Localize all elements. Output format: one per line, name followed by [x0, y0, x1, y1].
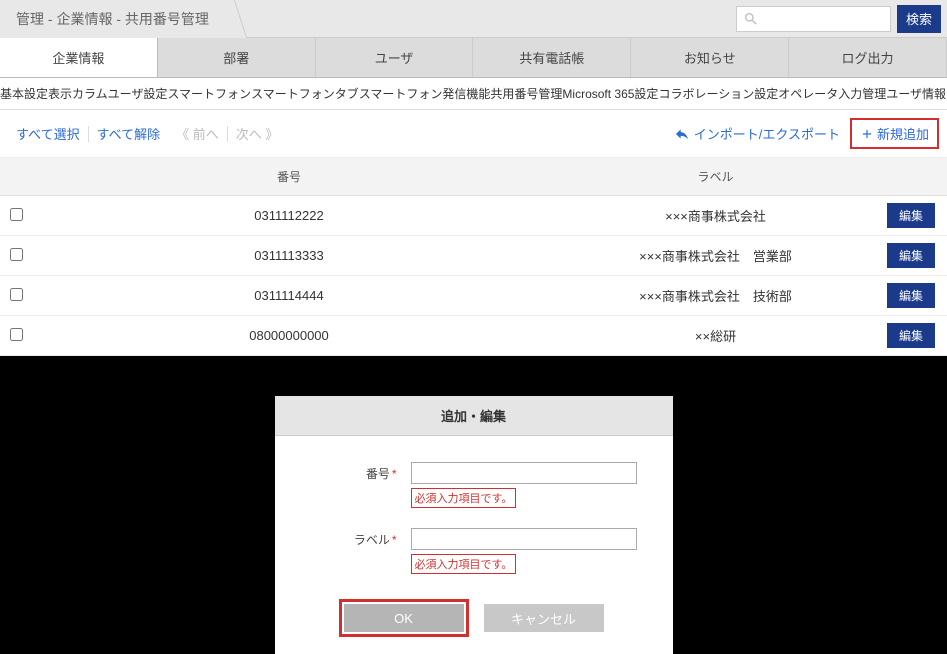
header: 管理 - 企業情報 - 共用番号管理 検索: [0, 0, 947, 38]
subtab[interactable]: ユーザ設定: [108, 78, 168, 110]
edit-button[interactable]: 編集: [887, 203, 935, 228]
subtab[interactable]: ユーザ情報出力管理: [886, 78, 947, 110]
table-row: 08000000000 ××総研 編集: [0, 316, 947, 356]
subtab[interactable]: コラボレーション設定: [658, 78, 778, 110]
column-number: 番号: [34, 158, 544, 195]
table-row: 0311112222 ×××商事株式会社 編集: [0, 196, 947, 236]
prev-page: 《 前へ: [168, 124, 227, 143]
row-checkbox[interactable]: [10, 328, 23, 341]
tab-notice[interactable]: お知らせ: [631, 38, 789, 77]
toolbar: すべて選択 すべて解除 《 前へ 次へ 》 インポート/エクスポート 新規追加: [0, 110, 947, 158]
search-icon: [743, 11, 759, 27]
column-label: ラベル: [544, 158, 887, 195]
row-label: ×××商事株式会社: [544, 206, 887, 225]
add-new-button[interactable]: 新規追加: [850, 118, 939, 149]
row-label: ×××商事株式会社 技術部: [544, 286, 887, 305]
subtab[interactable]: スマートフォン: [167, 78, 251, 110]
sub-tabs: 基本設定 表示カラム ユーザ設定 スマートフォン スマートフォンタブ スマートフ…: [0, 78, 947, 110]
subtab[interactable]: スマートフォンタブ: [251, 78, 359, 110]
subtab[interactable]: 表示カラム: [48, 78, 108, 110]
subtab[interactable]: Microsoft 365設定: [562, 78, 658, 110]
add-edit-modal: 追加・編集 番号* 必須入力項目です。 ラベル* 必須入力項目です。 OK キャ…: [275, 396, 673, 654]
reply-arrow-icon: [674, 126, 690, 142]
number-error: 必須入力項目です。: [411, 488, 517, 508]
table-row: 0311114444 ×××商事株式会社 技術部 編集: [0, 276, 947, 316]
row-label: ×××商事株式会社 営業部: [544, 246, 887, 265]
next-page: 次へ 》: [228, 124, 287, 143]
subtab[interactable]: 基本設定: [0, 78, 48, 110]
row-label: ××総研: [544, 326, 887, 345]
edit-button[interactable]: 編集: [887, 283, 935, 308]
row-number: 0311112222: [34, 208, 544, 223]
number-field-label: 番号*: [305, 462, 397, 482]
main-tabs: 企業情報 部署 ユーザ 共有電話帳 お知らせ ログ出力: [0, 38, 947, 78]
add-new-label: 新規追加: [877, 124, 929, 143]
row-checkbox[interactable]: [10, 248, 23, 261]
select-all-link[interactable]: すべて選択: [8, 124, 88, 143]
tab-log[interactable]: ログ出力: [789, 38, 947, 77]
row-number: 0311114444: [34, 288, 544, 303]
label-error: 必須入力項目です。: [411, 554, 517, 574]
tab-user[interactable]: ユーザ: [316, 38, 474, 77]
breadcrumb: 管理 - 企業情報 - 共用番号管理: [0, 0, 231, 38]
import-export-label: インポート/エクスポート: [694, 124, 840, 143]
subtab[interactable]: オペレータ入力管理: [778, 78, 886, 110]
number-input[interactable]: [411, 462, 637, 484]
row-number: 0311113333: [34, 248, 544, 263]
row-number: 08000000000: [34, 328, 544, 343]
plus-icon: [860, 127, 874, 141]
modal-title: 追加・編集: [275, 396, 673, 436]
subtab[interactable]: 共用番号管理: [490, 78, 562, 110]
ok-button[interactable]: OK: [344, 604, 464, 632]
tab-shared-phonebook[interactable]: 共有電話帳: [473, 38, 631, 77]
edit-button[interactable]: 編集: [887, 243, 935, 268]
search-button[interactable]: 検索: [897, 5, 941, 33]
row-checkbox[interactable]: [10, 288, 23, 301]
table-row: 0311113333 ×××商事株式会社 営業部 編集: [0, 236, 947, 276]
grid-header: 番号 ラベル: [0, 158, 947, 196]
label-input[interactable]: [411, 528, 637, 550]
tab-company[interactable]: 企業情報: [0, 38, 158, 77]
label-field-label: ラベル*: [305, 528, 397, 548]
subtab[interactable]: スマートフォン発信機能: [359, 78, 491, 110]
search-box[interactable]: [736, 6, 891, 32]
import-export-link[interactable]: インポート/エクスポート: [674, 124, 850, 143]
edit-button[interactable]: 編集: [887, 323, 935, 348]
deselect-all-link[interactable]: すべて解除: [89, 124, 169, 143]
tab-department[interactable]: 部署: [158, 38, 316, 77]
cancel-button[interactable]: キャンセル: [484, 604, 604, 632]
row-checkbox[interactable]: [10, 208, 23, 221]
